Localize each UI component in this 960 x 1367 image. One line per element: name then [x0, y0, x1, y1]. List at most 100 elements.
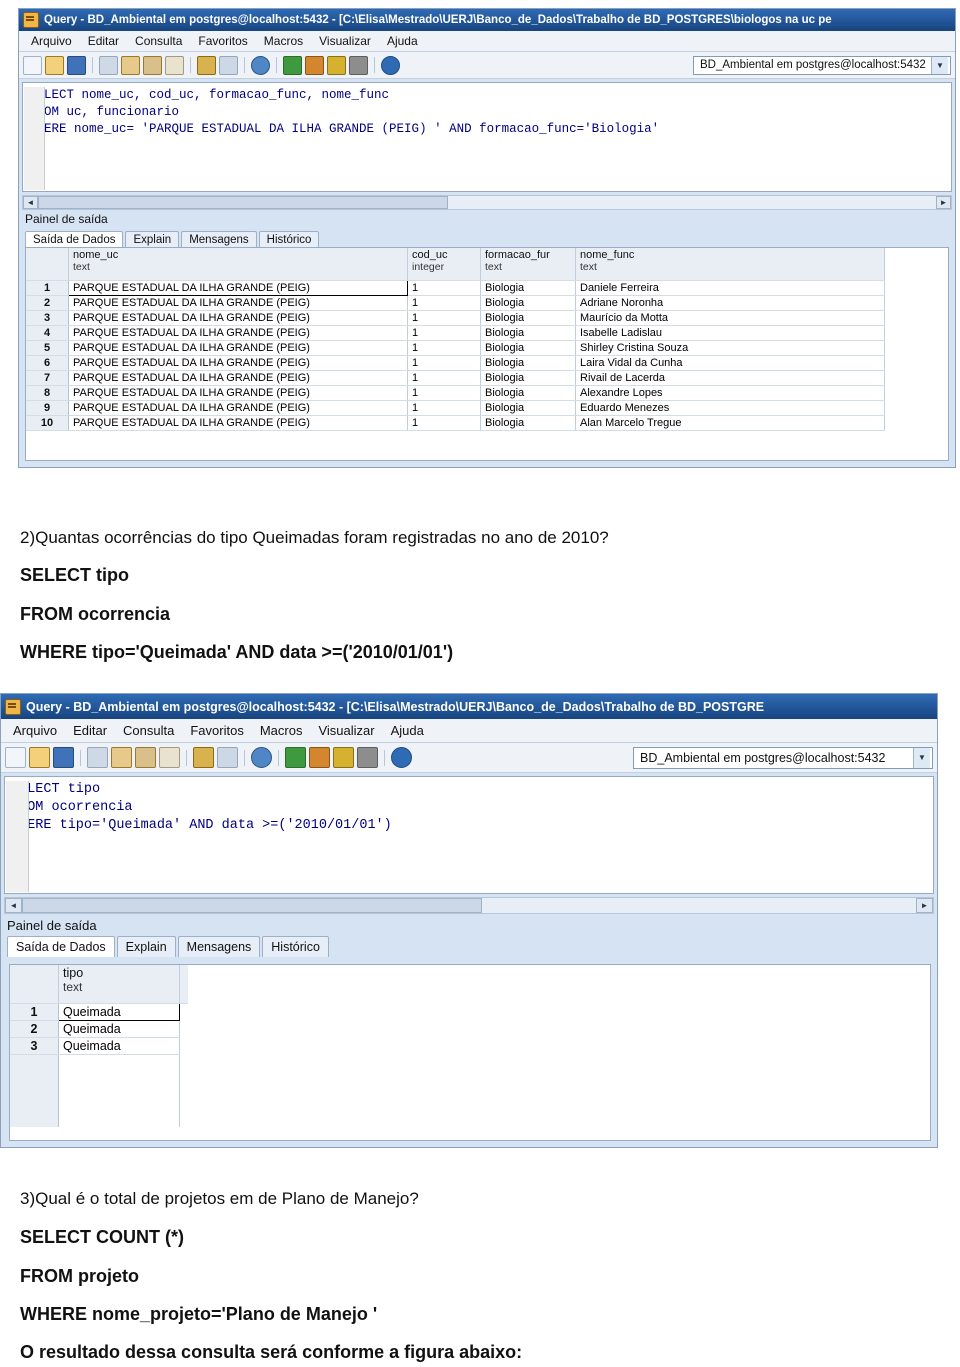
cell-formacao-func[interactable]: Biologia: [480, 340, 576, 356]
cell-nome-func[interactable]: Laira Vidal da Cunha: [575, 355, 885, 371]
table-row[interactable]: 7 PARQUE ESTADUAL DA ILHA GRANDE (PEIG) …: [26, 370, 885, 386]
menu-consulta[interactable]: Consulta: [127, 31, 190, 51]
table-row[interactable]: 3 PARQUE ESTADUAL DA ILHA GRANDE (PEIG) …: [26, 310, 885, 326]
search-icon[interactable]: [251, 55, 270, 75]
cell-cod-uc[interactable]: 1: [407, 310, 481, 326]
connection-combobox[interactable]: BD_Ambiental em postgres@localhost:5432 …: [633, 746, 933, 769]
cell-cod-uc[interactable]: 1: [407, 295, 481, 311]
cell-nome-func[interactable]: Daniele Ferreira: [575, 280, 885, 296]
table-row[interactable]: 2 Queimada: [10, 1020, 188, 1038]
cell-cod-uc[interactable]: 1: [407, 325, 481, 341]
eraser-icon[interactable]: [159, 747, 180, 768]
connection-combobox[interactable]: BD_Ambiental em postgres@localhost:5432 …: [693, 55, 951, 75]
cut-icon[interactable]: [87, 747, 108, 768]
cell-cod-uc[interactable]: 1: [407, 415, 481, 431]
paste-icon[interactable]: [135, 747, 156, 768]
help-icon[interactable]: [381, 55, 400, 75]
cell-formacao-func[interactable]: Biologia: [480, 280, 576, 296]
hscroll-thumb-2[interactable]: [22, 898, 482, 913]
search-icon[interactable]: [251, 747, 272, 768]
save-icon[interactable]: [67, 55, 86, 75]
cell-formacao-func[interactable]: Biologia: [480, 370, 576, 386]
menu-favoritos[interactable]: Favoritos: [190, 31, 255, 51]
open-folder-icon[interactable]: [45, 55, 64, 75]
cell-nome-func[interactable]: Maurício da Motta: [575, 310, 885, 326]
help-icon[interactable]: [391, 747, 412, 768]
tab-explain-2[interactable]: Explain: [116, 936, 176, 957]
cell-cod-uc[interactable]: 1: [407, 280, 481, 296]
cell-formacao-func[interactable]: Biologia: [480, 355, 576, 371]
redo-icon[interactable]: [217, 747, 238, 768]
cell-nome-func[interactable]: Adriane Noronha: [575, 295, 885, 311]
table-row[interactable]: 3 Queimada: [10, 1037, 188, 1055]
cell-nome-uc[interactable]: PARQUE ESTADUAL DA ILHA GRANDE (PEIG): [68, 355, 408, 371]
scroll-right-arrow-icon[interactable]: ►: [936, 196, 951, 209]
cell-nome-func[interactable]: Alexandre Lopes: [575, 385, 885, 401]
undo-icon[interactable]: [193, 747, 214, 768]
cell-formacao-func[interactable]: Biologia: [480, 310, 576, 326]
save-icon[interactable]: [53, 747, 74, 768]
menu-visualizar[interactable]: Visualizar: [310, 719, 382, 742]
cell-formacao-func[interactable]: Biologia: [480, 295, 576, 311]
menu-macros[interactable]: Macros: [256, 31, 311, 51]
editor-hscrollbar-2[interactable]: ◄ ►: [4, 897, 934, 914]
cell-cod-uc[interactable]: 1: [407, 370, 481, 386]
cell-formacao-func[interactable]: Biologia: [480, 385, 576, 401]
cell-formacao-func[interactable]: Biologia: [480, 325, 576, 341]
cell-nome-uc[interactable]: PARQUE ESTADUAL DA ILHA GRANDE (PEIG): [68, 295, 408, 311]
cell-cod-uc[interactable]: 1: [407, 355, 481, 371]
cell-formacao-func[interactable]: Biologia: [480, 400, 576, 416]
table-row[interactable]: 4 PARQUE ESTADUAL DA ILHA GRANDE (PEIG) …: [26, 325, 885, 341]
tab-explain-1[interactable]: Explain: [125, 231, 180, 248]
scroll-right-arrow-icon[interactable]: ►: [916, 898, 933, 913]
menu-editar[interactable]: Editar: [80, 31, 127, 51]
chevron-down-icon[interactable]: ▼: [913, 747, 930, 768]
cell-nome-uc[interactable]: PARQUE ESTADUAL DA ILHA GRANDE (PEIG): [68, 385, 408, 401]
menu-ajuda[interactable]: Ajuda: [379, 31, 426, 51]
explain-icon[interactable]: [309, 747, 330, 768]
cell-nome-uc[interactable]: PARQUE ESTADUAL DA ILHA GRANDE (PEIG): [68, 370, 408, 386]
chevron-down-icon[interactable]: ▼: [931, 56, 948, 74]
sql-editor-2[interactable]: SELECT tipo FROM ocorrencia WHERE tipo='…: [4, 776, 934, 894]
cell-nome-func[interactable]: Rivail de Lacerda: [575, 370, 885, 386]
stop-icon[interactable]: [349, 55, 368, 75]
col-cod-uc[interactable]: cod_uc integer: [407, 248, 481, 281]
hscroll-thumb-1[interactable]: [38, 196, 448, 209]
new-file-icon[interactable]: [5, 747, 26, 768]
sql-editor-1[interactable]: SELECT nome_uc, cod_uc, formacao_func, n…: [22, 82, 952, 192]
cell-tipo[interactable]: Queimada: [58, 1037, 180, 1055]
explain-analyze-icon[interactable]: [327, 55, 346, 75]
open-folder-icon[interactable]: [29, 747, 50, 768]
table-row[interactable]: 1 Queimada: [10, 1003, 188, 1021]
redo-icon[interactable]: [219, 55, 238, 75]
cell-tipo[interactable]: Queimada: [58, 1020, 180, 1038]
copy-icon[interactable]: [121, 55, 140, 75]
cell-nome-func[interactable]: Alan Marcelo Tregue: [575, 415, 885, 431]
col-tipo[interactable]: tipo text: [58, 965, 180, 1004]
explain-analyze-icon[interactable]: [333, 747, 354, 768]
results-grid-2[interactable]: tipo text 1 Queimada 2 Queimada 3 Queima…: [9, 964, 931, 1141]
scroll-left-arrow-icon[interactable]: ◄: [23, 196, 38, 209]
col-nome-uc[interactable]: nome_uc text: [68, 248, 408, 281]
cell-nome-uc[interactable]: PARQUE ESTADUAL DA ILHA GRANDE (PEIG): [68, 415, 408, 431]
cell-nome-uc[interactable]: PARQUE ESTADUAL DA ILHA GRANDE (PEIG): [68, 280, 408, 296]
cell-cod-uc[interactable]: 1: [407, 340, 481, 356]
col-formacao-func[interactable]: formacao_fur text: [480, 248, 576, 281]
tab-historico-1[interactable]: Histórico: [258, 231, 320, 248]
tab-saida-de-dados-1[interactable]: Saída de Dados: [25, 231, 124, 248]
menu-favoritos[interactable]: Favoritos: [182, 719, 251, 742]
table-row[interactable]: 10 PARQUE ESTADUAL DA ILHA GRANDE (PEIG)…: [26, 415, 885, 431]
menu-arquivo[interactable]: Arquivo: [5, 719, 65, 742]
col-nome-func[interactable]: nome_func text: [575, 248, 885, 281]
tab-saida-de-dados-2[interactable]: Saída de Dados: [7, 936, 115, 957]
new-file-icon[interactable]: [23, 55, 42, 75]
table-row[interactable]: 1 PARQUE ESTADUAL DA ILHA GRANDE (PEIG) …: [26, 280, 885, 296]
execute-icon[interactable]: [285, 747, 306, 768]
menu-macros[interactable]: Macros: [252, 719, 311, 742]
table-row[interactable]: 2 PARQUE ESTADUAL DA ILHA GRANDE (PEIG) …: [26, 295, 885, 311]
menu-consulta[interactable]: Consulta: [115, 719, 182, 742]
menu-ajuda[interactable]: Ajuda: [383, 719, 432, 742]
copy-icon[interactable]: [111, 747, 132, 768]
tab-historico-2[interactable]: Histórico: [262, 936, 329, 957]
menu-editar[interactable]: Editar: [65, 719, 115, 742]
